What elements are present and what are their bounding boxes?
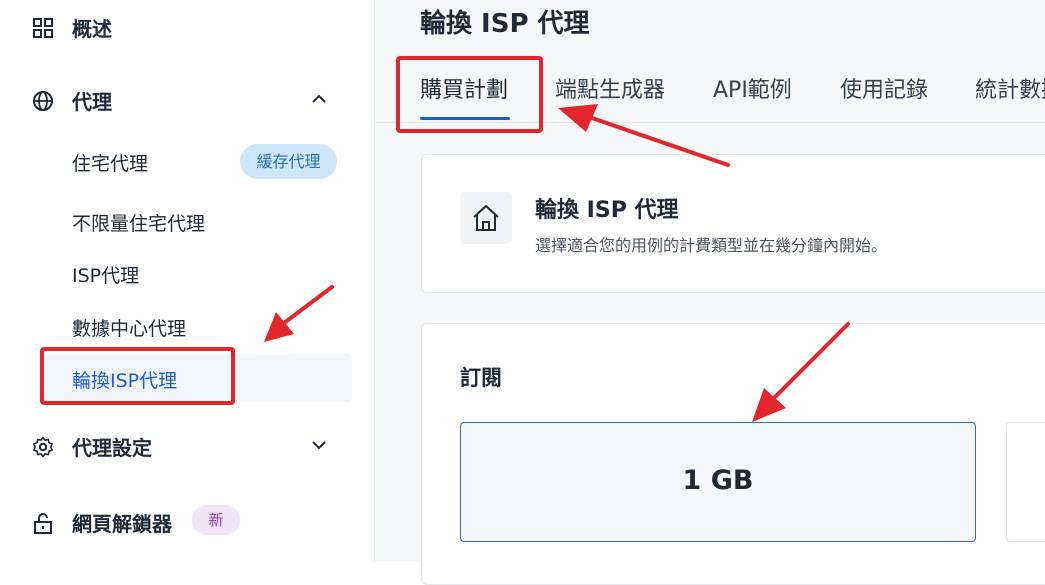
- page-title: 輪換 ISP 代理: [420, 9, 590, 39]
- active-tab-indicator: [420, 117, 510, 120]
- nav-proxy-label: 代理: [72, 90, 112, 114]
- sidebar-item-isp-proxy[interactable]: ISP代理: [72, 261, 139, 288]
- cache-proxy-badge[interactable]: 緩存代理: [240, 144, 337, 179]
- chevron-down-icon[interactable]: [310, 436, 328, 454]
- tab-bar: 購買計劃 端點生成器 API範例 使用記錄 統計數據: [375, 58, 1045, 123]
- unlock-icon: [34, 512, 52, 534]
- product-description: 選擇適合您的用例的計費類型並在幾分鐘內開始。: [535, 236, 888, 255]
- nav-proxy-settings-label: 代理設定: [72, 436, 152, 460]
- nav-overview-label: 概述: [72, 17, 112, 41]
- nav-web-unlocker[interactable]: 網頁解鎖器: [32, 508, 172, 537]
- sidebar-item-residential-proxy[interactable]: 住宅代理: [72, 149, 148, 176]
- plan-option-1gb[interactable]: 1 GB: [460, 422, 976, 542]
- home-icon: [473, 205, 499, 231]
- nav-proxy-settings[interactable]: 代理設定: [32, 432, 152, 461]
- new-badge: 新: [192, 505, 240, 535]
- gear-icon: [33, 436, 53, 457]
- tab-endpoint-generator[interactable]: 端點生成器: [555, 72, 665, 104]
- chevron-up-icon[interactable]: [310, 90, 328, 108]
- subscription-card: 訂閱 1 GB: [421, 323, 1045, 585]
- dashboard-grid-icon: [33, 17, 53, 38]
- tab-statistics[interactable]: 統計數據: [975, 72, 1045, 104]
- globe-icon: [33, 90, 53, 111]
- nav-overview[interactable]: 概述: [32, 13, 112, 42]
- sidebar-item-unlimited-residential-proxy[interactable]: 不限量住宅代理: [72, 209, 205, 236]
- nav-web-unlocker-label: 網頁解鎖器: [72, 512, 172, 536]
- sidebar: 概述 代理 住宅代理 緩存代理 不限量住宅代理 ISP代理 數據中心代理 輪換I…: [0, 0, 375, 561]
- sidebar-item-datacenter-proxy[interactable]: 數據中心代理: [72, 314, 186, 341]
- tab-api-examples[interactable]: API範例: [713, 72, 792, 104]
- tab-usage-log[interactable]: 使用記錄: [840, 72, 928, 104]
- main-content: 輪換 ISP 代理 購買計劃 端點生成器 API範例 使用記錄 統計數據 輪換 …: [375, 0, 1045, 585]
- product-info-card: 輪換 ISP 代理 選擇適合您的用例的計費類型並在幾分鐘內開始。: [421, 154, 1045, 293]
- sidebar-item-rotating-isp-proxy[interactable]: 輪換ISP代理: [40, 354, 352, 402]
- plan-option-label: 1 GB: [682, 465, 754, 496]
- tab-purchase-plan[interactable]: 購買計劃: [420, 72, 508, 104]
- plan-option-next[interactable]: [1006, 422, 1045, 542]
- home-icon-box: [460, 192, 512, 244]
- nav-proxy[interactable]: 代理: [32, 86, 112, 115]
- sidebar-item-rotating-isp-proxy-label: 輪換ISP代理: [72, 370, 178, 392]
- subscription-title: 訂閱: [460, 366, 502, 390]
- product-title: 輪換 ISP 代理: [535, 198, 679, 223]
